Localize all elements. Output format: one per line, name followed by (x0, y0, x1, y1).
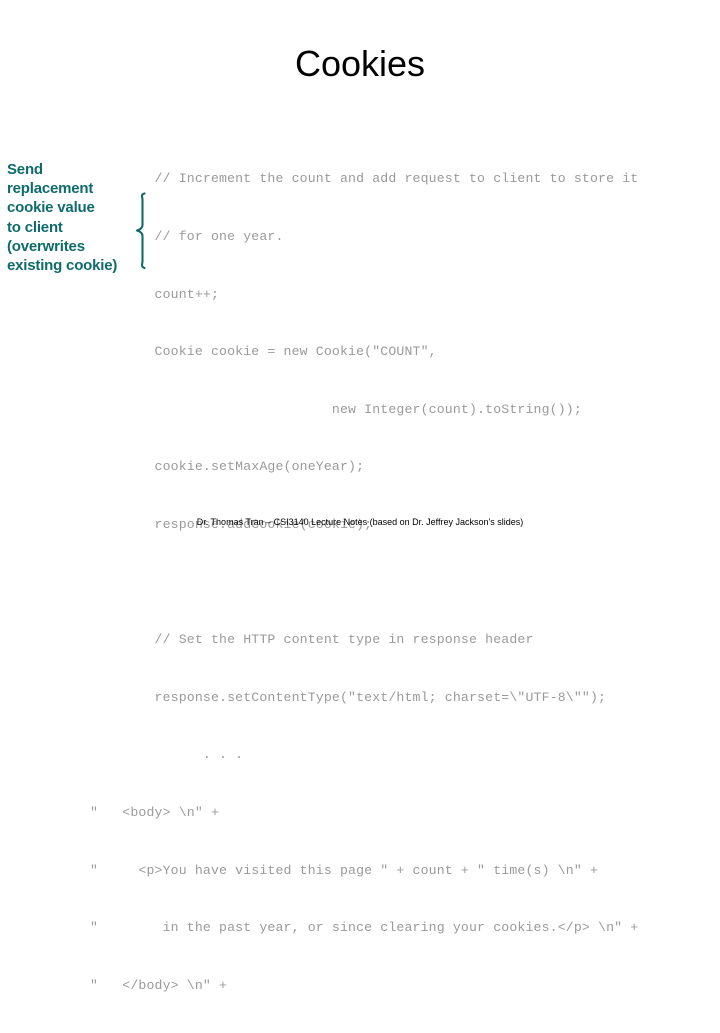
code-line: " <p>You have visited this page " + coun… (90, 862, 599, 878)
code-line: // Increment the count and add request t… (90, 171, 639, 187)
footer-credit: Dr. Thomas Tran – CSI3140 Lecture Notes … (196, 517, 524, 527)
code-listing: // Increment the count and add request t… (90, 131, 690, 1033)
code-line-ellipsis: . . . (90, 747, 244, 763)
code-line: " in the past year, or since clearing yo… (90, 920, 639, 936)
page-title: Cookies (294, 43, 426, 84)
code-line: count++; (90, 286, 220, 302)
code-line: " </body> \n" + (90, 977, 228, 993)
code-line: Cookie cookie = new Cookie("COUNT", (90, 344, 437, 360)
code-line: // for one year. (90, 229, 284, 244)
code-line: cookie.setMaxAge(oneYear); (90, 459, 365, 475)
code-line: // Set the HTTP content type in response… (90, 632, 534, 648)
code-line: new Integer(count).toString()); (90, 401, 582, 417)
code-line: " <body> \n" + (90, 804, 220, 820)
slide-canvas: Cookies Send replacement cookie value to… (0, 0, 720, 993)
code-line: response.setContentType("text/html; char… (90, 689, 607, 705)
